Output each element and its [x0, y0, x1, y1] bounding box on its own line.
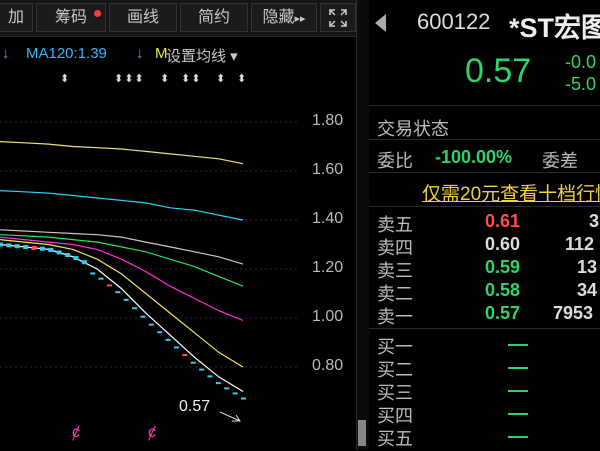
- bid-empty-dash: [508, 436, 528, 438]
- stock-code: 600122: [417, 9, 491, 34]
- ma-line: [0, 141, 244, 165]
- back-arrow-icon[interactable]: [375, 14, 386, 32]
- candle: [123, 298, 129, 301]
- candle: [207, 375, 213, 378]
- candle: [148, 323, 154, 326]
- candle: [215, 382, 221, 385]
- candle: [199, 368, 205, 371]
- low-price-annotation: 0.57: [179, 398, 211, 415]
- candle: [48, 247, 54, 252]
- y-tick-label: 0.80: [312, 357, 344, 374]
- ask-volume: 7953: [553, 303, 594, 323]
- ma-line: [0, 190, 244, 221]
- level10-promo-link[interactable]: 仅需20元查看十档行情: [422, 179, 600, 206]
- candle: [182, 354, 188, 357]
- candle: [56, 250, 62, 255]
- candle: [140, 315, 146, 318]
- stock-name: *ST宏图: [509, 13, 600, 43]
- y-tick-label: 1.00: [312, 308, 344, 325]
- price-change: -0.0: [565, 52, 597, 72]
- ask-level-label: 卖一: [377, 307, 413, 327]
- event-c-icon[interactable]: ȼ: [148, 424, 156, 442]
- kline-chart[interactable]: [0, 0, 356, 450]
- divider-line: [369, 206, 600, 207]
- candle: [157, 331, 163, 334]
- candle: [23, 245, 29, 250]
- bid-empty-dash: [508, 367, 528, 369]
- candle: [65, 252, 71, 257]
- candle: [14, 244, 20, 249]
- last-price: 0.57: [465, 52, 532, 90]
- weibi-label: 委比: [377, 151, 413, 171]
- bid-level-label: 买五: [377, 429, 413, 449]
- candle: [241, 397, 246, 400]
- low-price-arrow: [219, 411, 241, 422]
- ask-price: 0.58: [485, 280, 521, 300]
- y-tick-label: 1.80: [312, 112, 344, 129]
- bid-empty-dash: [508, 413, 528, 415]
- candle: [115, 291, 121, 294]
- divider-line: [369, 105, 600, 106]
- event-c-icon[interactable]: ȼ: [72, 424, 80, 442]
- ask-price: 0.61: [485, 211, 521, 231]
- candle: [6, 243, 12, 248]
- bid-empty-dash: [508, 344, 528, 346]
- candle: [31, 245, 37, 250]
- candle: [73, 256, 79, 261]
- candle: [0, 242, 3, 247]
- quote-panel: 600122 *ST宏图 0.57 -0.0 -5.0 交易状态 委比 -100…: [369, 0, 600, 450]
- price-change-pct: -5.0: [565, 74, 597, 94]
- ask-price: 0.57: [485, 303, 521, 323]
- candle: [39, 246, 45, 251]
- candle: [190, 361, 196, 364]
- trade-status-label: 交易状态: [377, 119, 449, 139]
- weicha-label: 委差: [542, 151, 578, 171]
- y-tick-label: 1.20: [312, 259, 344, 276]
- divider-line: [369, 328, 600, 329]
- candle: [232, 392, 238, 395]
- candle: [81, 260, 87, 265]
- candle: [165, 338, 171, 341]
- divider-line: [369, 172, 600, 173]
- candle: [106, 284, 112, 287]
- ask-volume: 34: [577, 280, 598, 300]
- bid-empty-dash: [508, 390, 528, 392]
- candle: [224, 387, 230, 390]
- candle: [173, 346, 179, 349]
- weibi-value: -100.00%: [435, 147, 513, 167]
- ma-line: [0, 234, 244, 287]
- ask-volume: 112: [565, 234, 595, 254]
- scrollbar-thumb[interactable]: [358, 420, 366, 446]
- ask-price: 0.59: [485, 257, 521, 277]
- candle: [98, 277, 104, 280]
- ask-price: 0.60: [485, 234, 521, 254]
- candle: [132, 307, 138, 310]
- divider-line: [369, 139, 600, 140]
- y-tick-label: 1.40: [312, 210, 344, 227]
- candle: [90, 272, 96, 275]
- ask-volume: 13: [577, 257, 598, 277]
- ask-volume: 3: [589, 211, 600, 231]
- y-tick-label: 1.60: [312, 161, 344, 178]
- panel-divider[interactable]: [356, 0, 370, 450]
